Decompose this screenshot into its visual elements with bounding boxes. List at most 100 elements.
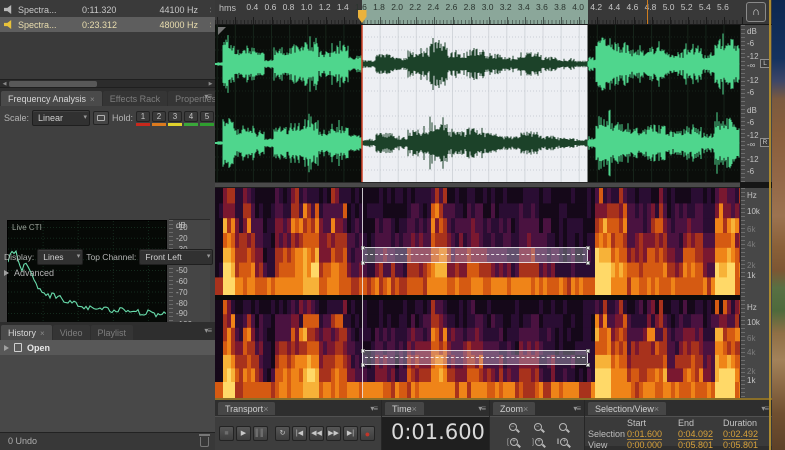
tab-transport[interactable]: Transport× [218,402,275,415]
frequency-selection-box[interactable] [362,247,588,263]
ruler-time-label: 2.6 [446,2,458,12]
trash-icon[interactable] [200,437,209,447]
tab-history[interactable]: History× [1,325,52,340]
top-channel-dropdown[interactable]: Front Left▾ [139,249,213,265]
panel-menu-icon[interactable]: ▾≡ [370,404,377,413]
spectrogram-right-channel[interactable] [215,300,740,398]
hold-button-5[interactable]: 5 [200,111,215,126]
document-icon [14,343,22,352]
advanced-toggle[interactable]: Advanced [4,266,204,280]
ruler-time-label: 1.8 [373,2,385,12]
ruler-time-label: 1.0 [301,2,313,12]
scrollbar-thumb[interactable] [9,81,97,87]
speaker-icon [4,5,14,14]
record-button[interactable]: ● [360,426,375,441]
selection-handle[interactable] [586,246,590,250]
pause-button[interactable]: ▌▌ [253,426,268,441]
hz-scale-label: 10k [747,207,760,216]
disclosure-triangle-icon [4,345,9,351]
loop-playback-button[interactable]: ↻ [275,426,290,441]
scale-dropdown[interactable]: Linear▾ [32,110,90,126]
timeline-ruler[interactable]: hms 0.40.60.81.01.21.41.61.82.02.22.42.6… [215,0,772,25]
hold-button-4[interactable]: 4 [184,111,199,126]
db-scale-label: -∞ [747,61,755,70]
view-duration-value[interactable]: 0:05.801 [723,440,758,450]
panel-menu-icon[interactable]: ▾≡ [761,404,768,413]
close-icon[interactable]: × [90,95,95,104]
ruler-time-label: 2.0 [391,2,403,12]
panel-menu-icon[interactable]: ▾≡ [478,404,485,413]
ruler-time-label: 3.2 [500,2,512,12]
audio-editor-app: Spectra... 0:11.320 44100 Hz St Spectra.… [0,0,785,450]
close-icon[interactable]: × [523,404,528,414]
display-row: Display: Lines▾ Top Channel: Front Left▾ [0,247,215,267]
view-start-value[interactable]: 0:00.000 [627,440,662,450]
tab-video[interactable]: Video [53,325,90,340]
selection-start-value[interactable]: 0:01.600 [627,429,662,440]
file-row-selected[interactable]: Spectra... 0:23.312 48000 Hz St [0,17,215,32]
close-icon[interactable]: × [40,329,45,338]
selection-end-value[interactable]: 0:04.092 [678,429,713,440]
fast-forward-button[interactable]: ▶▶ [326,426,341,441]
hold-button-3[interactable]: 3 [168,111,183,126]
scroll-right-icon[interactable]: ▶ [206,80,215,88]
selection-handle[interactable] [586,349,590,353]
go-to-start-button[interactable]: |◀ [292,426,307,441]
panel-menu-icon[interactable]: ▾≡ [204,326,211,335]
close-icon[interactable]: × [654,404,659,414]
selection-duration-value[interactable]: 0:02.492 [723,429,758,440]
zoom-out-full-button[interactable] [550,420,575,434]
panel-menu-icon[interactable]: ▾≡ [204,92,211,101]
time-panel: Time× ▾≡ 0:01.600 [382,400,489,450]
files-panel: Spectra... 0:11.320 44100 Hz St Spectra.… [0,0,215,88]
stop-button[interactable]: ■ [219,426,234,441]
display-dropdown[interactable]: Lines▾ [37,249,83,265]
selection-handle[interactable] [586,261,590,265]
selection-view-panel: Selection/View× ▾≡ Start End Duration Se… [585,400,772,450]
row-label-view: View [588,440,607,450]
selection-handle[interactable] [586,363,590,367]
rewind-button[interactable]: ◀◀ [309,426,324,441]
scale-label: Scale: [4,113,29,123]
waveform-display[interactable] [215,25,740,182]
magnet-snap-icon[interactable]: ∩ [746,2,766,22]
panel-menu-icon[interactable]: ▾≡ [573,404,580,413]
tab-frequency-analysis[interactable]: Frequency Analysis× [1,91,102,106]
zoom-in-left-edge-button[interactable]: [+ [500,435,525,449]
play-button[interactable]: ▶ [236,426,251,441]
db-tick-label: -20 [176,234,188,243]
zoom-out-horizontal-button[interactable]: − [500,420,525,434]
column-header-duration: Duration [723,418,757,428]
zoom-in-right-edge-button[interactable]: ]+ [525,435,550,449]
tab-selection-view[interactable]: Selection/View× [588,402,666,415]
close-icon[interactable]: × [412,404,417,414]
display-label: Display: [4,252,34,262]
frequency-scale[interactable]: Hz10k6k4k2k1kHz10k6k4k2k1k [740,188,772,398]
time-display: 0:01.600 [391,420,485,444]
amplitude-scale[interactable]: dB-6-12-∞-12-6LdB-6-12-∞-12-6R [740,25,772,182]
frequency-selection-box[interactable] [362,350,588,365]
hold-snapshot-button[interactable] [93,111,109,125]
zoom-to-selection-button[interactable]: ‖+ [550,435,575,449]
hz-scale-label: 6k [747,334,755,343]
tab-effects-rack[interactable]: Effects Rack [103,91,167,106]
hold-button-1[interactable]: 1 [136,111,151,126]
zoom-panel: Zoom× ▾≡ −−[+]+‖+ [490,400,584,450]
view-end-value[interactable]: 0:05.801 [678,440,713,450]
horizontal-scrollbar[interactable]: ◀ ▶ [0,79,215,87]
zoom-out-vertical-button[interactable]: − [525,420,550,434]
history-item-open[interactable]: Open [0,340,215,355]
tab-zoom[interactable]: Zoom× [493,402,535,415]
go-to-end-button[interactable]: ▶| [343,426,358,441]
magnifier-icon: + [510,438,518,446]
tab-playlist[interactable]: Playlist [91,325,134,340]
hz-scale-label: 1k [747,376,755,385]
close-icon[interactable]: × [263,404,268,414]
undo-status: 0 Undo [8,436,37,446]
file-row[interactable]: Spectra... 0:11.320 44100 Hz St [0,2,215,17]
spectrogram-left-channel[interactable] [215,188,740,295]
scroll-left-icon[interactable]: ◀ [0,80,9,88]
tab-time[interactable]: Time× [385,402,424,415]
frequency-controls: Scale: Linear▾ Hold: 12345 [0,106,215,130]
hold-button-2[interactable]: 2 [152,111,167,126]
